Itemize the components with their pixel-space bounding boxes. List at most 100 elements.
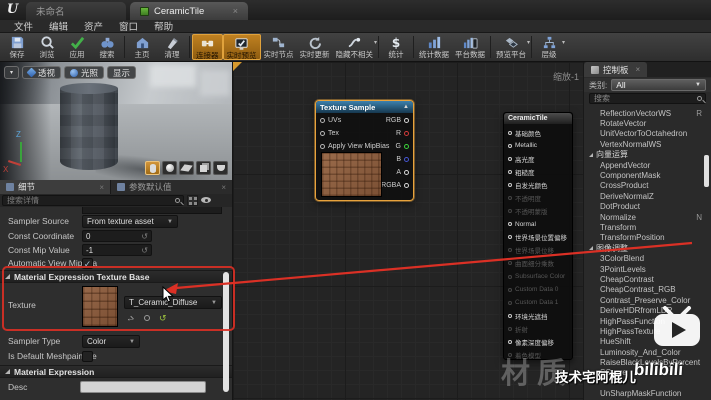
- desc-input[interactable]: [80, 381, 206, 393]
- window-tab-ceramictile[interactable]: CeramicTile ×: [130, 2, 248, 20]
- close-icon[interactable]: ×: [221, 183, 226, 192]
- stats-button[interactable]: $ 统计: [381, 34, 411, 60]
- texture-sample-node-header[interactable]: Texture Sample ▲: [316, 101, 413, 113]
- details-scrollbar[interactable]: [223, 272, 229, 392]
- show-button[interactable]: 显示: [107, 66, 136, 79]
- material-result-node[interactable]: CeramicTile 基础颜色 Metallic: [503, 112, 573, 360]
- palette-scrollbar[interactable]: [704, 155, 709, 187]
- node-input-pin-row[interactable]: UVs: [320, 114, 389, 127]
- palette-item[interactable]: Transform: [584, 222, 711, 232]
- output-pin-circle[interactable]: [404, 183, 409, 188]
- material-input-pin-row[interactable]: 环境光遮挡: [504, 309, 572, 322]
- menu-file[interactable]: 文件: [6, 19, 41, 33]
- input-pin-circle[interactable]: [508, 235, 512, 239]
- output-pin-circle[interactable]: [404, 131, 409, 136]
- input-pin-circle[interactable]: [508, 131, 512, 135]
- input-pin-circle[interactable]: [320, 118, 325, 123]
- section-texture-base[interactable]: Material Expression Texture Base: [0, 270, 232, 283]
- palette-item[interactable]: CheapContrast: [584, 274, 711, 284]
- input-pin-circle[interactable]: [508, 170, 512, 174]
- auto-view-mip-bias-checkbox[interactable]: ✓: [82, 258, 93, 269]
- hide-unrelated-button[interactable]: 隐藏不相关 ▾: [333, 34, 377, 60]
- output-pin-circle[interactable]: [404, 170, 409, 175]
- find-in-browser-icon[interactable]: [144, 315, 150, 321]
- section-material-expression[interactable]: Material Expression: [0, 365, 232, 378]
- input-pin-circle[interactable]: [508, 314, 512, 318]
- viewport-options-button[interactable]: ▾: [4, 66, 19, 79]
- home-button[interactable]: 主页: [127, 34, 157, 60]
- texture-thumbnail[interactable]: [82, 286, 118, 327]
- save-button[interactable]: 保存: [2, 34, 32, 60]
- node-output-a[interactable]: A: [396, 166, 409, 179]
- palette-item[interactable]: DotProduct: [584, 202, 711, 212]
- input-pin-circle[interactable]: [508, 340, 512, 344]
- input-pin-circle[interactable]: [320, 131, 325, 136]
- output-pin-circle[interactable]: [404, 157, 409, 162]
- input-pin-circle[interactable]: [508, 248, 512, 252]
- const-coordinate-field[interactable]: 0 ↺: [82, 230, 152, 242]
- output-pin-circle[interactable]: [404, 144, 409, 149]
- input-pin-circle[interactable]: [508, 157, 512, 161]
- palette-item[interactable]: ReflectionVectorWS R: [584, 108, 711, 118]
- const-mip-value-field[interactable]: -1 ↺: [82, 244, 152, 256]
- live-nodes-button[interactable]: 实时节点: [261, 34, 297, 60]
- input-pin-circle[interactable]: [508, 275, 512, 279]
- input-pin-circle[interactable]: [508, 222, 512, 226]
- menu-edit[interactable]: 编辑: [41, 19, 76, 33]
- material-input-pin-row[interactable]: 像素深度偏移: [504, 336, 572, 349]
- palette-item[interactable]: Contrast_Preserve_Color: [584, 295, 711, 305]
- palette-item[interactable]: Luminosity_And_Color: [584, 347, 711, 357]
- visibility-eye-icon[interactable]: [201, 196, 214, 205]
- input-pin-circle[interactable]: [508, 288, 512, 292]
- window-tab-untitled[interactable]: 未命名: [26, 2, 126, 20]
- connectors-button[interactable]: 连接器: [192, 34, 223, 60]
- material-input-pin-row[interactable]: Custom Data 1: [504, 296, 572, 309]
- grid-view-icon[interactable]: [187, 195, 198, 206]
- texture-sample-node[interactable]: Texture Sample ▲ UVs Tex: [315, 100, 414, 201]
- reset-icon[interactable]: ↺: [141, 232, 148, 241]
- sphere-shape-button[interactable]: [162, 161, 177, 175]
- browse-button[interactable]: 浏览: [32, 34, 62, 60]
- close-icon[interactable]: ×: [636, 65, 641, 74]
- stats-data-button[interactable]: 统计数据: [416, 34, 452, 60]
- material-input-pin-row[interactable]: 自发光颜色: [504, 178, 572, 191]
- hierarchy-button[interactable]: 层级 ▾: [534, 34, 564, 60]
- menu-help[interactable]: 帮助: [146, 19, 181, 33]
- chevron-down-icon[interactable]: ▾: [562, 39, 565, 46]
- input-pin-circle[interactable]: [508, 183, 512, 187]
- chevron-down-icon[interactable]: ▾: [527, 39, 530, 46]
- node-input-pin-row[interactable]: Tex: [320, 127, 389, 140]
- preview-viewport[interactable]: ▾ 透视 光照 显示 Z X: [0, 62, 232, 180]
- material-input-pin-row[interactable]: 基础颜色: [504, 126, 572, 139]
- palette-item[interactable]: TransformPosition: [584, 233, 711, 243]
- node-output-b[interactable]: B: [396, 153, 409, 166]
- plane-shape-button[interactable]: [179, 161, 194, 175]
- material-input-pin-row[interactable]: Metallic: [504, 139, 572, 152]
- material-input-pin-row[interactable]: 不透明度: [504, 191, 572, 204]
- input-pin-circle[interactable]: [508, 261, 512, 265]
- palette-item[interactable]: CrossProduct: [584, 181, 711, 191]
- output-pin-circle[interactable]: [404, 118, 409, 123]
- palette-item[interactable]: 3PointLevels: [584, 264, 711, 274]
- material-input-pin-row[interactable]: 不透明蒙版: [504, 205, 572, 218]
- node-output-r[interactable]: R: [396, 127, 409, 140]
- input-pin-circle[interactable]: [508, 327, 512, 331]
- material-node-header[interactable]: CeramicTile: [504, 113, 572, 124]
- input-pin-circle[interactable]: [320, 144, 325, 149]
- perspective-button[interactable]: 透视: [22, 66, 61, 79]
- node-output-rgba[interactable]: RGBA: [381, 179, 409, 192]
- texture-asset-dropdown[interactable]: T_Ceramic_Diffuse ▼: [124, 296, 222, 309]
- input-pin-circle[interactable]: [508, 209, 512, 213]
- palette-item[interactable]: CheapContrast_RGB: [584, 285, 711, 295]
- details-search-box[interactable]: [2, 195, 184, 206]
- material-input-pin-row[interactable]: 折射: [504, 322, 572, 335]
- live-preview-button[interactable]: 实时预览: [223, 34, 261, 60]
- palette-search-box[interactable]: [589, 93, 706, 104]
- palette-item[interactable]: UnitVectorToOctahedron: [584, 129, 711, 139]
- sampler-source-dropdown[interactable]: From texture asset ▼: [82, 215, 178, 228]
- material-input-pin-row[interactable]: 高光度: [504, 152, 572, 165]
- palette-item[interactable]: UnSharpMaskFunction: [584, 389, 711, 399]
- input-pin-circle[interactable]: [508, 301, 512, 305]
- palette-item[interactable]: 图像调整: [584, 243, 711, 253]
- input-pin-circle[interactable]: [508, 196, 512, 200]
